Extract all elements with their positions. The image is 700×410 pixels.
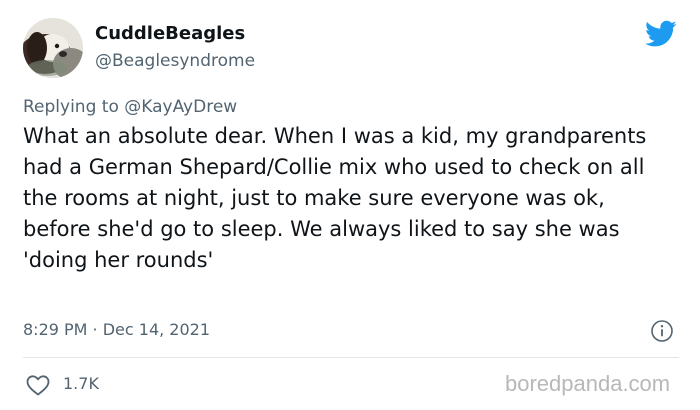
avatar[interactable] bbox=[23, 18, 83, 78]
user-info: CuddleBeagles @Beaglesyndrome bbox=[95, 22, 255, 73]
like-count: 1.7K bbox=[63, 374, 99, 393]
beagle-avatar-icon bbox=[23, 18, 83, 78]
replying-to: Replying to @KayAyDrew bbox=[23, 95, 237, 119]
tweet-text: What an absolute dear. When I was a kid,… bbox=[23, 124, 647, 272]
watermark: boredpanda.com bbox=[505, 371, 671, 396]
user-handle[interactable]: @Beaglesyndrome bbox=[95, 49, 255, 73]
tweet-timestamp[interactable]: 8:29 PM · Dec 14, 2021 bbox=[23, 318, 210, 342]
tweet-card: CuddleBeagles @Beaglesyndrome Replying t… bbox=[0, 0, 700, 410]
replying-to-prefix: Replying to bbox=[23, 97, 125, 117]
heart-icon[interactable] bbox=[25, 373, 51, 397]
divider bbox=[23, 357, 679, 358]
display-name[interactable]: CuddleBeagles bbox=[95, 22, 255, 46]
reply-mention-link[interactable]: @KayAyDrew bbox=[124, 97, 237, 117]
twitter-bird-icon[interactable] bbox=[645, 20, 677, 48]
info-icon[interactable] bbox=[650, 319, 674, 343]
